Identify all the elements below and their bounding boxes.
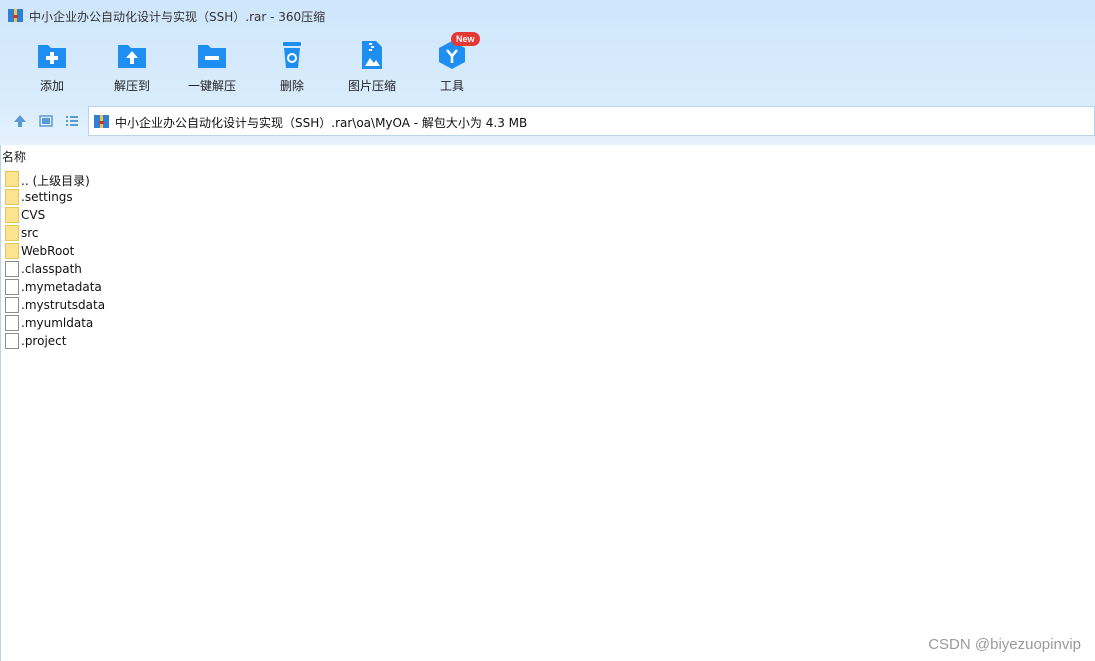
file-icon xyxy=(5,297,19,313)
up-arrow-icon[interactable] xyxy=(12,113,28,129)
image-compress-button[interactable]: 图片压缩 xyxy=(332,36,412,100)
folder-icon xyxy=(5,207,19,223)
one-click-extract-icon xyxy=(198,45,226,68)
list-item[interactable]: .mystrutsdata xyxy=(5,296,405,314)
folder-icon xyxy=(5,171,19,187)
list-view-icon[interactable] xyxy=(64,113,80,129)
list-item[interactable]: .. (上级目录) xyxy=(5,170,405,188)
item-name: .settings xyxy=(21,190,73,204)
delete-button[interactable]: 删除 xyxy=(252,36,332,100)
tools-label: 工具 xyxy=(439,79,464,93)
image-compress-icon xyxy=(362,41,382,69)
watermark: CSDN @biyezuopinvip xyxy=(928,636,1081,653)
folder-icon xyxy=(5,225,19,241)
item-name: .mymetadata xyxy=(21,280,102,294)
archive-app-icon xyxy=(8,9,23,22)
item-name: .project xyxy=(21,334,67,348)
add-folder-icon xyxy=(38,45,66,68)
list-item[interactable]: src xyxy=(5,224,405,242)
add-button-label: 添加 xyxy=(39,79,64,93)
list-item[interactable]: .project xyxy=(5,332,405,350)
list-item[interactable]: CVS xyxy=(5,206,405,224)
delete-label: 删除 xyxy=(279,79,304,93)
item-name: src xyxy=(21,226,39,240)
list-item[interactable]: WebRoot xyxy=(5,242,405,260)
image-compress-label: 图片压缩 xyxy=(347,79,396,93)
new-badge: New xyxy=(451,32,480,46)
tools-button[interactable]: New 工具 xyxy=(412,32,492,100)
folder-icon xyxy=(5,243,19,259)
folder-icon xyxy=(5,189,19,205)
list-item[interactable]: .classpath xyxy=(5,260,405,278)
navigation-bar: 中小企业办公自动化设计与实现（SSH）.rar\oa\MyOA - 解包大小为 … xyxy=(0,106,1095,136)
extract-to-button[interactable]: 解压到 xyxy=(92,36,172,100)
archive-path-icon xyxy=(94,115,109,128)
file-icon xyxy=(5,315,19,331)
item-name: .classpath xyxy=(21,262,82,276)
address-bar[interactable]: 中小企业办公自动化设计与实现（SSH）.rar\oa\MyOA - 解包大小为 … xyxy=(88,106,1095,136)
file-icon xyxy=(5,333,19,349)
delete-trash-icon xyxy=(283,42,301,68)
toolbar: 添加 解压到 一键解压 删除 图片压缩 New 工具 xyxy=(0,32,600,100)
file-icon xyxy=(5,279,19,295)
item-name: .mystrutsdata xyxy=(21,298,106,312)
top-panel: 中小企业办公自动化设计与实现（SSH）.rar - 360压缩 添加 解压到 一… xyxy=(0,0,1095,145)
item-name: .. (上级目录) xyxy=(21,174,90,188)
item-name: WebRoot xyxy=(21,244,75,258)
item-name: CVS xyxy=(21,208,46,222)
file-icon xyxy=(5,261,19,277)
address-path: 中小企业办公自动化设计与实现（SSH）.rar\oa\MyOA - 解包大小为 … xyxy=(115,116,528,130)
thumbnail-view-icon[interactable] xyxy=(38,113,54,129)
one-click-extract-label: 一键解压 xyxy=(187,79,236,93)
extract-to-icon xyxy=(118,45,146,68)
one-click-extract-button[interactable]: 一键解压 xyxy=(172,36,252,100)
window-title: 中小企业办公自动化设计与实现（SSH）.rar - 360压缩 xyxy=(29,10,326,24)
list-item[interactable]: .settings xyxy=(5,188,405,206)
file-list: 名称 .. (上级目录) .settings CVS src WebRoot .… xyxy=(0,145,1095,661)
list-item[interactable]: .mymetadata xyxy=(5,278,405,296)
title-bar: 中小企业办公自动化设计与实现（SSH）.rar - 360压缩 xyxy=(0,0,1095,32)
item-name: .myumldata xyxy=(21,316,94,330)
column-header-name[interactable]: 名称 xyxy=(2,148,26,165)
add-button[interactable]: 添加 xyxy=(12,36,92,100)
list-item[interactable]: .myumldata xyxy=(5,314,405,332)
extract-to-label: 解压到 xyxy=(113,79,150,93)
